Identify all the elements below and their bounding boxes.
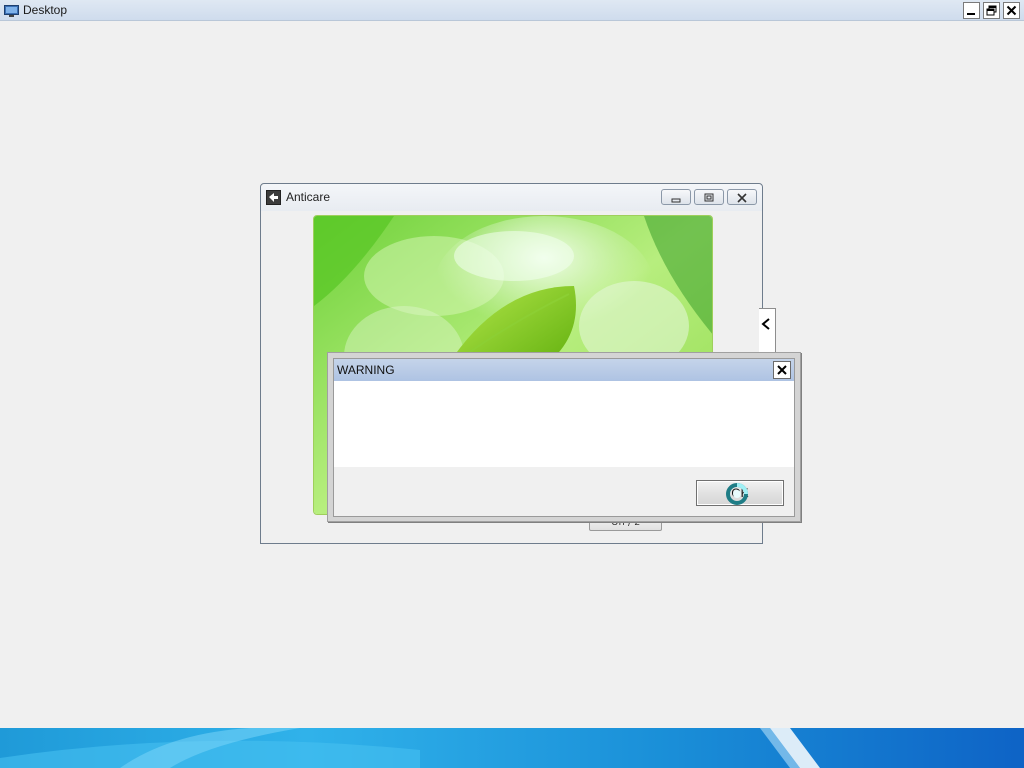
- minimize-icon: [670, 188, 682, 207]
- close-icon: [1006, 5, 1017, 16]
- ok-button[interactable]: OK: [696, 480, 784, 506]
- anticare-title-bar[interactable]: Anticare: [261, 184, 762, 211]
- anticare-close-button[interactable]: [727, 189, 757, 205]
- anticare-title: Anticare: [286, 190, 331, 204]
- desktop-minimize-button[interactable]: [963, 2, 980, 19]
- warning-dialog-frame: WARNING OK: [333, 358, 795, 517]
- anticare-maximize-button[interactable]: [694, 189, 724, 205]
- desktop-restore-button[interactable]: [983, 2, 1000, 19]
- warning-title-bar[interactable]: WARNING: [334, 359, 794, 381]
- warning-message: [334, 381, 794, 467]
- anticare-minimize-button[interactable]: [661, 189, 691, 205]
- maximize-icon: [703, 188, 715, 207]
- desktop-monitor-icon: [4, 3, 19, 17]
- warning-close-button[interactable]: [773, 361, 791, 379]
- warning-title: WARNING: [337, 363, 395, 377]
- close-icon: [776, 361, 788, 380]
- close-icon: [736, 188, 748, 207]
- chevron-left-icon: [761, 315, 771, 334]
- desktop-title: Desktop: [23, 3, 68, 17]
- collapse-panel-button[interactable]: [759, 308, 776, 354]
- warning-footer: OK: [334, 467, 794, 516]
- anticare-app-icon: [266, 190, 281, 205]
- minimize-icon: [966, 5, 977, 16]
- desktop-close-button[interactable]: [1003, 2, 1020, 19]
- restore-icon: [986, 5, 997, 16]
- warning-dialog: WARNING OK: [327, 352, 801, 522]
- desktop-title-bar: Desktop: [0, 0, 1024, 21]
- desktop-wallpaper-strip: [0, 728, 1024, 768]
